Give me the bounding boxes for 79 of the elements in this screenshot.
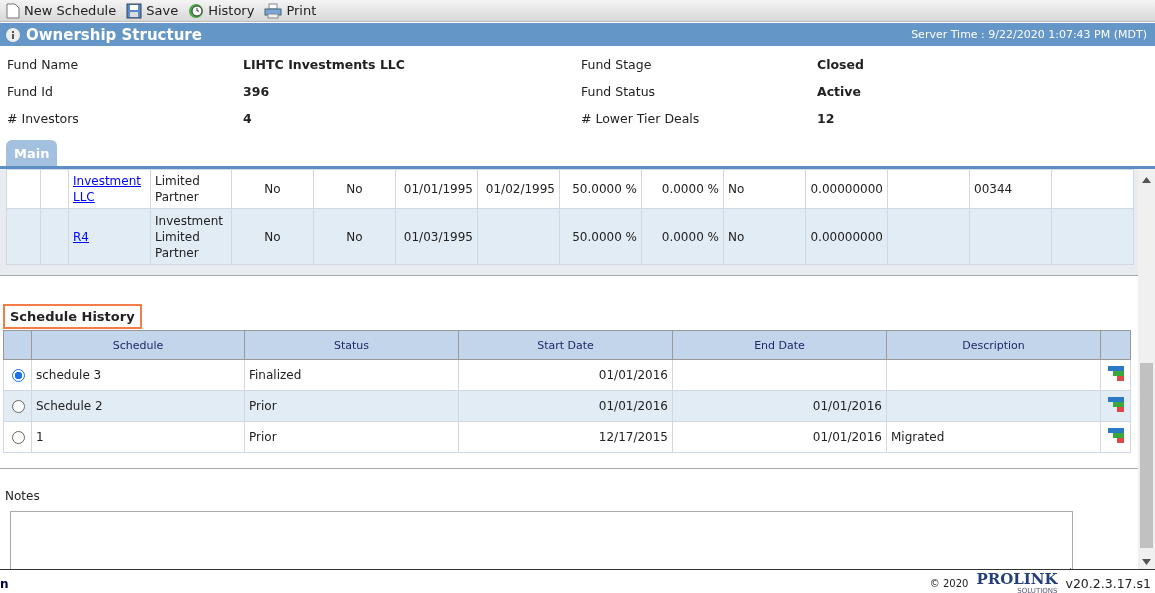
investor-link[interactable]: R4: [73, 228, 146, 245]
scroll-thumb[interactable]: [1140, 363, 1153, 548]
table-cell-text: No: [728, 182, 745, 196]
table-cell: [6, 169, 41, 209]
field-label: Fund Stage: [581, 56, 653, 74]
table-cell-text: 0.0000 %: [661, 182, 719, 196]
column-header: Status: [244, 330, 459, 360]
table-cell: 01/01/2016: [672, 390, 887, 422]
toolbar-button[interactable]: New Schedule: [6, 2, 117, 19]
table-cell-text: No: [264, 229, 281, 244]
radio-button[interactable]: [12, 369, 25, 382]
column-header: Start Date: [458, 330, 673, 360]
field-label: Fund Status: [581, 83, 657, 101]
version: v20.2.3.17.s1: [1065, 576, 1151, 591]
table-cell-text: No: [346, 229, 363, 244]
table-cell: Prior: [244, 421, 459, 453]
notes-field[interactable]: [10, 511, 1073, 569]
table-cell: 01/01/2016: [458, 390, 673, 422]
table-cell: 01/01/2016: [458, 359, 673, 391]
scroll-up-icon[interactable]: [1142, 177, 1151, 183]
column-header: [1100, 330, 1131, 360]
toolbar-button[interactable]: Print: [264, 2, 317, 19]
document-icon: [6, 2, 20, 19]
table-cell: Migrated: [886, 421, 1101, 453]
hierarchy-icon[interactable]: [1107, 365, 1124, 382]
hierarchy-icon[interactable]: [1107, 427, 1124, 444]
table-cell-text: 0.00000000: [810, 182, 883, 196]
scroll-down-icon[interactable]: [1142, 559, 1151, 565]
table-cell-text: 01/01/1995: [403, 182, 473, 196]
table-cell-text: Limited Partner: [155, 174, 200, 204]
investor-link[interactable]: Investment LLC: [73, 173, 146, 205]
footer-text: n: [0, 576, 10, 591]
table-cell: schedule 3: [31, 359, 245, 391]
radio-button[interactable]: [12, 400, 25, 413]
field-value: Closed: [817, 56, 865, 74]
server-time: Server Time : 9/22/2020 1:07:43 PM (MDT): [911, 28, 1147, 41]
table-cell-text: No: [728, 229, 745, 244]
field-value: 4: [243, 110, 253, 128]
table-cell: [6, 208, 41, 265]
field-value: 12: [817, 110, 836, 128]
table-cell: 1: [31, 421, 245, 453]
table-cell: 01/01/2016: [672, 421, 887, 453]
table-cell-text: No: [346, 182, 363, 196]
table-cell-text: 00344: [974, 182, 1013, 196]
field-value: LIHTC Investments LLC: [243, 56, 406, 74]
toolbar-button[interactable]: History: [188, 2, 255, 19]
column-header: Schedule: [31, 330, 245, 360]
table-cell-text: No: [264, 182, 281, 196]
field-value: Active: [817, 83, 862, 101]
radio-button[interactable]: [12, 431, 25, 444]
table-cell-text: 01/03/1995: [403, 229, 473, 244]
table-cell-text: 0.0000 %: [661, 229, 719, 244]
field-label: Fund Name: [7, 56, 80, 74]
column-header: [3, 330, 32, 360]
field-label: # Investors: [7, 110, 80, 128]
table-cell-text: 01/02/1995: [485, 182, 555, 196]
toolbar-button[interactable]: Save: [126, 2, 179, 19]
column-header: Description: [886, 330, 1101, 360]
notes-label: Notes: [4, 488, 41, 503]
info-icon: [6, 27, 20, 42]
column-header: End Date: [672, 330, 887, 360]
table-cell: Schedule 2: [31, 390, 245, 422]
scrollbar[interactable]: [1138, 169, 1155, 569]
table-cell-text: 50.0000 %: [572, 229, 637, 244]
table-cell-text: 0.00000000: [810, 229, 883, 244]
table-cell-text: Investment Limited Partner: [155, 213, 223, 260]
printer-icon: [264, 2, 283, 19]
table-cell-text: 50.0000 %: [572, 182, 637, 196]
hierarchy-icon[interactable]: [1107, 396, 1124, 413]
field-label: # Lower Tier Deals: [581, 110, 701, 128]
field-value: 396: [243, 83, 271, 101]
table-cell: 12/17/2015: [458, 421, 673, 453]
table-cell: Finalized: [244, 359, 459, 391]
section-title: Schedule History: [3, 304, 142, 329]
field-label: Fund Id: [7, 83, 54, 101]
page-title: Ownership Structure: [26, 25, 203, 44]
clock-icon: [188, 2, 205, 19]
table-cell: Prior: [244, 390, 459, 422]
copyright: © 2020: [929, 578, 969, 589]
